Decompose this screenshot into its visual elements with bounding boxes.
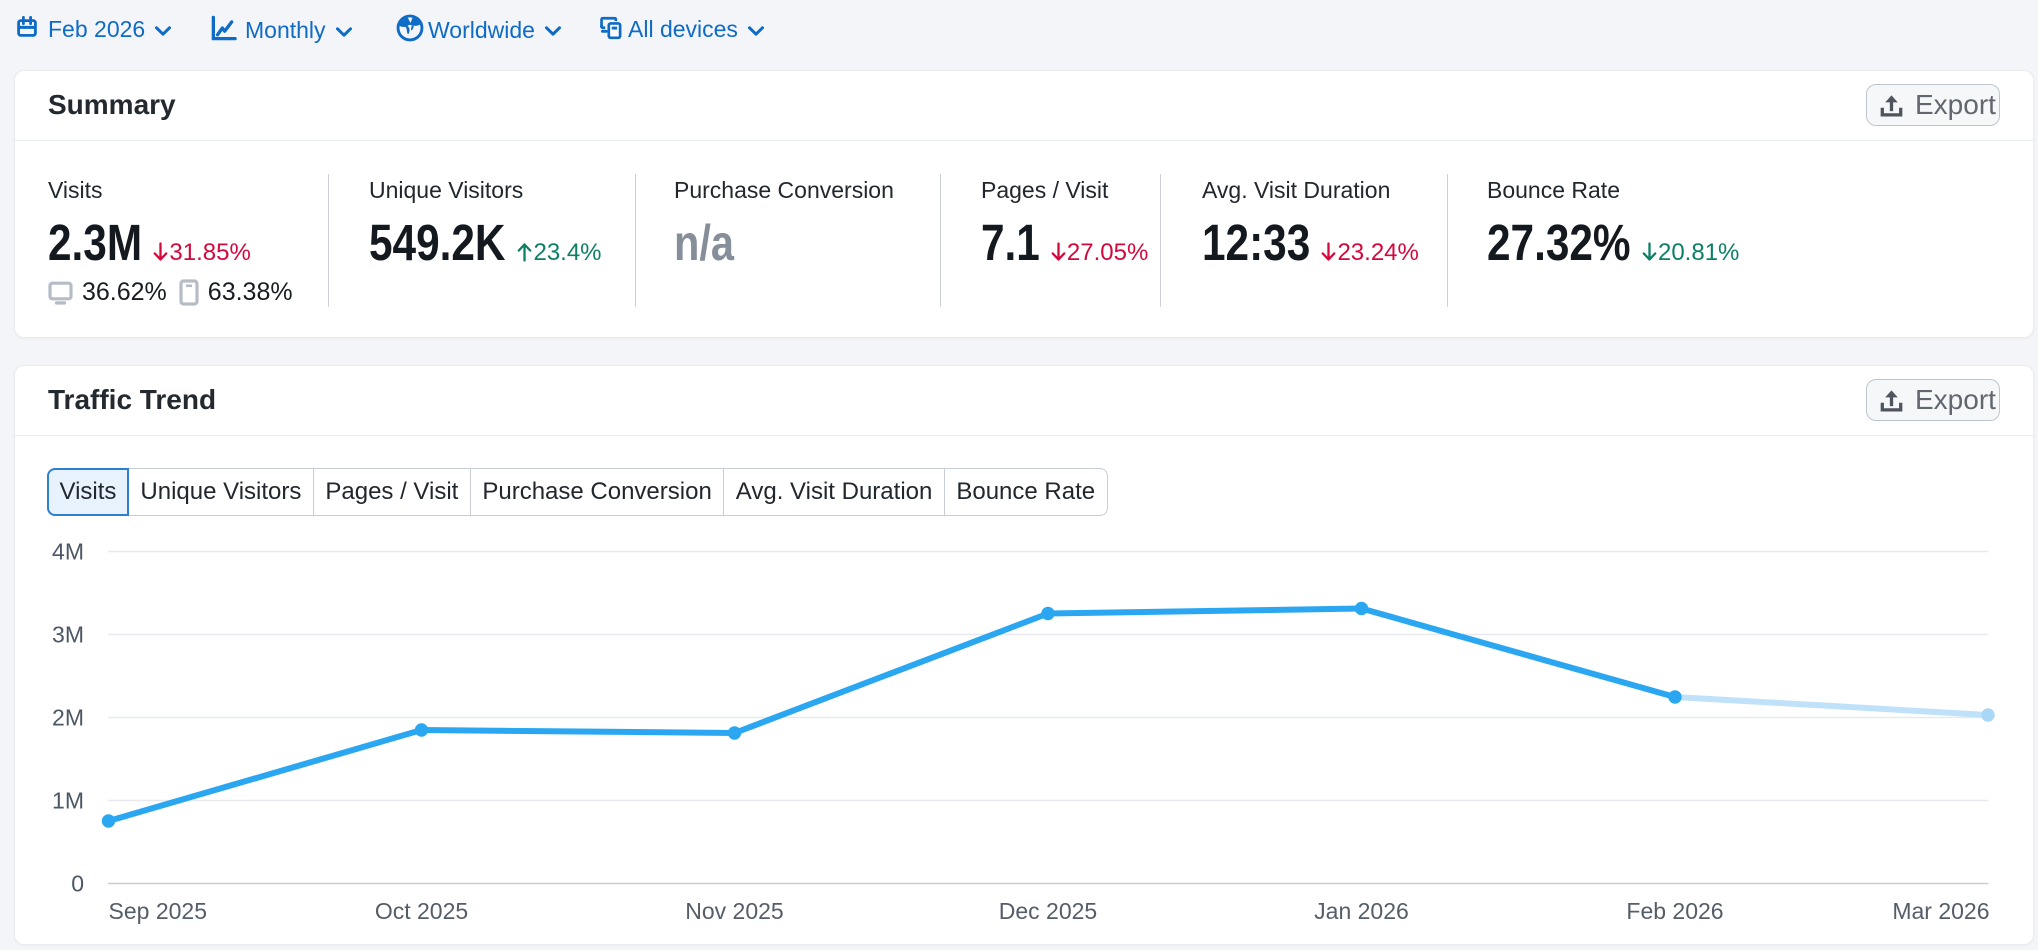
svg-text:Nov 2025: Nov 2025 — [685, 898, 783, 924]
svg-text:4M: 4M — [52, 541, 84, 565]
svg-text:2M: 2M — [52, 705, 84, 731]
svg-text:Feb 2026: Feb 2026 — [1626, 898, 1723, 924]
svg-text:Sep 2025: Sep 2025 — [109, 898, 207, 924]
svg-text:Dec 2025: Dec 2025 — [999, 898, 1097, 924]
svg-text:3M: 3M — [52, 622, 84, 648]
svg-text:0: 0 — [71, 871, 84, 897]
svg-text:Oct 2025: Oct 2025 — [375, 898, 468, 924]
svg-text:Jan 2026: Jan 2026 — [1314, 898, 1409, 924]
svg-text:1M: 1M — [52, 788, 84, 814]
svg-text:Mar 2026: Mar 2026 — [1892, 898, 1989, 924]
